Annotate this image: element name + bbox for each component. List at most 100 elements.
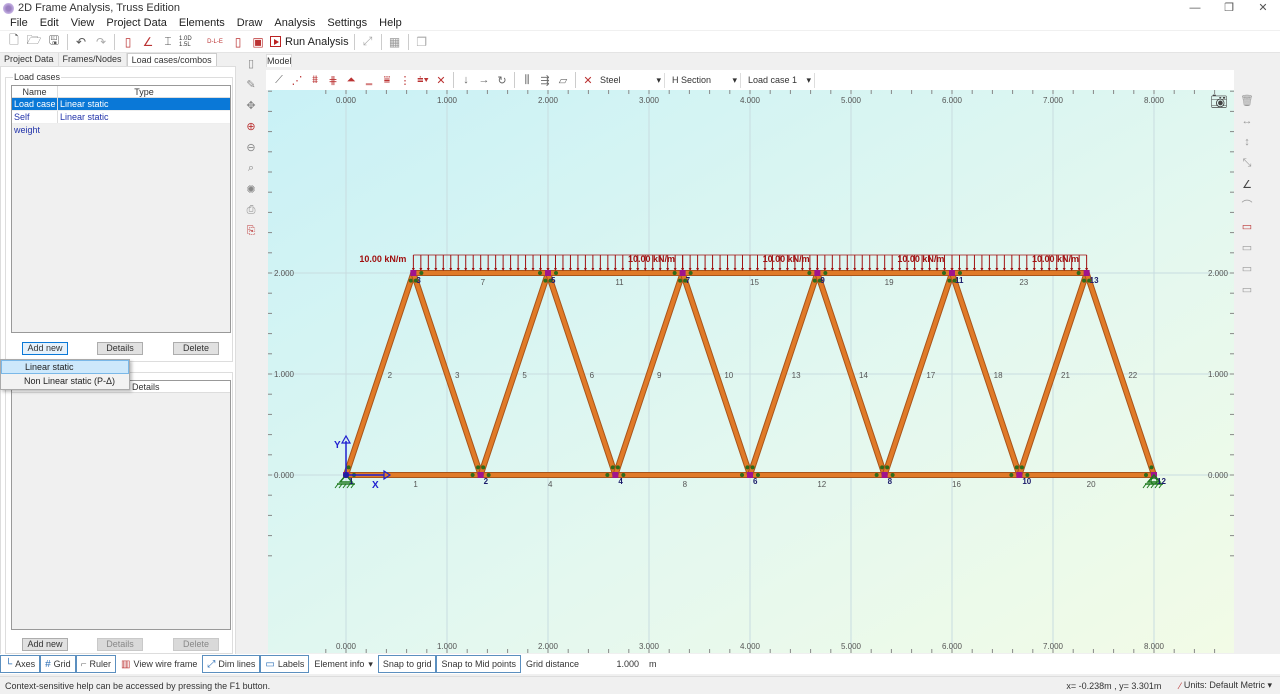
trash-icon[interactable]: 🗑︎ xyxy=(1239,92,1255,108)
zoom-in-icon[interactable]: ⊕ xyxy=(243,118,259,134)
vertical-support-icon[interactable]: ⋮ xyxy=(397,72,413,88)
pdf-icon[interactable]: ▣ xyxy=(249,33,267,51)
save-icon[interactable]: 🖫 xyxy=(45,33,63,51)
table-row[interactable]: Load case 1 Linear static xyxy=(12,98,230,122)
zoom-extents-icon[interactable]: ✺ xyxy=(243,181,259,197)
redo-icon[interactable]: ↷ xyxy=(92,33,110,51)
elasticity-icon[interactable]: ∠ xyxy=(139,33,157,51)
deformed-shape-icon[interactable]: ⤢ xyxy=(359,33,377,51)
table-row[interactable]: Self weight Linear static xyxy=(12,111,230,135)
element-info-dropdown[interactable]: Element info ▾ xyxy=(309,655,378,673)
copy-icon[interactable]: ❐ xyxy=(413,33,431,51)
combos-grid[interactable]: Details xyxy=(11,380,231,630)
add-load-case-button[interactable]: Add new xyxy=(22,342,68,355)
menu-edit[interactable]: Edit xyxy=(40,17,59,29)
dim-lines-toggle[interactable]: ⤢ Dim lines xyxy=(202,655,261,673)
close-button[interactable]: ✕ xyxy=(1246,0,1280,16)
menu-file[interactable]: File xyxy=(10,17,28,29)
grid-distance-input[interactable]: 1.000 xyxy=(584,655,644,673)
help-doc-icon[interactable]: ▯ xyxy=(119,33,137,51)
maximize-button[interactable]: ❐ xyxy=(1212,0,1246,16)
column-name[interactable]: Name xyxy=(12,86,58,97)
fixed-support-icon[interactable]: ⩩ xyxy=(307,72,323,88)
point-load-icon[interactable]: ↓ xyxy=(458,72,474,88)
blank-page-icon[interactable]: ▯ xyxy=(243,55,259,71)
print-icon[interactable]: ⎘ xyxy=(243,223,259,239)
draw-member-icon[interactable]: ⟋ xyxy=(271,72,287,88)
pan-icon[interactable]: ✥ xyxy=(243,97,259,113)
new-file-icon[interactable]: 🗋 xyxy=(5,33,23,51)
rotated-support-icon[interactable]: ⋕ xyxy=(325,72,341,88)
wireframe-toggle[interactable]: ▥ View wire frame xyxy=(116,655,202,673)
angle-dim-icon[interactable]: ∠ xyxy=(1239,176,1255,192)
spring-support-icon[interactable]: ⩸ xyxy=(379,72,395,88)
load-cases-grid[interactable]: Name Type Load case 1 Linear static Self… xyxy=(11,85,231,333)
zoom-out-icon[interactable]: ⊖ xyxy=(243,139,259,155)
snap-to-grid-toggle[interactable]: Snap to grid xyxy=(377,655,437,673)
units-dropdown[interactable]: Units: Default Metric ▾ xyxy=(1184,680,1272,691)
moment-load-icon[interactable]: ↻ xyxy=(494,72,510,88)
roller-support-icon[interactable]: ‗ xyxy=(361,72,377,88)
column-details[interactable]: Details xyxy=(132,381,230,392)
aligned-dim-icon[interactable]: ⤡ xyxy=(1239,155,1255,171)
load-case-details-button[interactable]: Details xyxy=(97,342,143,355)
arc-dim-icon[interactable]: ⌒ xyxy=(1239,197,1255,213)
open-folder-icon[interactable]: 🗁 xyxy=(25,33,43,51)
tab-load-cases[interactable]: Load cases/combos xyxy=(126,53,217,66)
run-analysis-button[interactable]: Run Analysis xyxy=(268,33,351,51)
combo-details-button[interactable]: Details xyxy=(97,638,143,651)
delete-combo-button[interactable]: Delete xyxy=(173,638,219,651)
tab-project-data[interactable]: Project Data xyxy=(0,53,59,66)
column-type[interactable]: Type xyxy=(58,86,230,97)
tab-model[interactable]: Model xyxy=(266,54,292,67)
dropdown-item-linear-static[interactable]: Linear static xyxy=(1,360,129,374)
support-menu-icon[interactable]: ⩧▾ xyxy=(415,72,431,88)
model-drawing[interactable]: 0.0000.0001.0001.0002.0002.0003.0003.000… xyxy=(268,70,1256,653)
menu-project-data[interactable]: Project Data xyxy=(106,17,167,29)
menu-elements[interactable]: Elements xyxy=(179,17,225,29)
horizontal-dim-icon[interactable]: ↔ xyxy=(1239,113,1255,129)
undo-icon[interactable]: ↶ xyxy=(72,33,90,51)
section-icon[interactable]: ⌶ xyxy=(159,33,177,51)
load-case-select[interactable]: Load case 1 ▾ xyxy=(745,72,815,88)
snap-to-mid-toggle[interactable]: Snap to Mid points xyxy=(436,655,522,673)
grid-toggle[interactable]: # Grid xyxy=(40,655,76,673)
material-select[interactable]: Steel ▾ xyxy=(597,72,665,88)
label-x-icon[interactable]: ▭ xyxy=(1239,239,1255,255)
ruler-toggle[interactable]: ⌐ Ruler xyxy=(75,655,117,673)
delete-load-case-button[interactable]: Delete xyxy=(173,342,219,355)
axes-toggle[interactable]: └ Axes xyxy=(0,655,41,673)
section-select[interactable]: H Section ▾ xyxy=(669,72,741,88)
menu-analysis[interactable]: Analysis xyxy=(274,17,315,29)
label-y-icon[interactable]: ▭ xyxy=(1239,260,1255,276)
table-icon[interactable]: ▦ xyxy=(386,33,404,51)
tab-frames-nodes[interactable]: Frames/Nodes xyxy=(59,53,127,66)
model-canvas[interactable]: 0.000 0.000 1.000 1.000 2.000 2.000 3.000 3.000… xyxy=(268,70,1256,653)
report-icon[interactable]: ▯ xyxy=(229,33,247,51)
axial-load-icon[interactable]: → xyxy=(476,72,492,88)
zoom-window-icon[interactable]: ⌕ xyxy=(243,160,259,176)
area-load-icon[interactable]: ▱ xyxy=(555,72,571,88)
label-z-icon[interactable]: ▭ xyxy=(1239,281,1255,297)
load-combo-icon[interactable]: 1.0D 1.5L xyxy=(179,33,201,51)
dle-combo-icon[interactable]: D-L-E xyxy=(203,33,227,51)
menu-draw[interactable]: Draw xyxy=(237,17,263,29)
menu-settings[interactable]: Settings xyxy=(327,17,367,29)
export-icon[interactable]: ⎙ xyxy=(243,202,259,218)
delete-load-icon[interactable]: ✕ xyxy=(580,72,596,88)
axial-distributed-load-icon[interactable]: ⇶ xyxy=(537,72,553,88)
labels-toggle[interactable]: ▭ Labels xyxy=(260,655,310,673)
distributed-load-icon[interactable]: ⫼ xyxy=(519,72,535,88)
menu-help[interactable]: Help xyxy=(379,17,402,29)
pin-support-icon[interactable]: ⏶ xyxy=(343,72,359,88)
camera-icon[interactable]: 📷︎ xyxy=(1210,93,1228,110)
add-combo-button[interactable]: Add new xyxy=(22,638,68,651)
comment-icon[interactable]: ▭ xyxy=(1239,218,1255,234)
vertical-dim-icon[interactable]: ↕ xyxy=(1239,134,1255,150)
menu-view[interactable]: View xyxy=(71,17,95,29)
edit-icon[interactable]: ✎ xyxy=(243,76,259,92)
dropdown-item-nonlinear-static[interactable]: Non Linear static (P-Δ) xyxy=(1,374,129,388)
delete-support-icon[interactable]: ✕ xyxy=(433,72,449,88)
draw-multi-member-icon[interactable]: ⋰ xyxy=(289,72,305,88)
minimize-button[interactable]: — xyxy=(1178,0,1212,16)
